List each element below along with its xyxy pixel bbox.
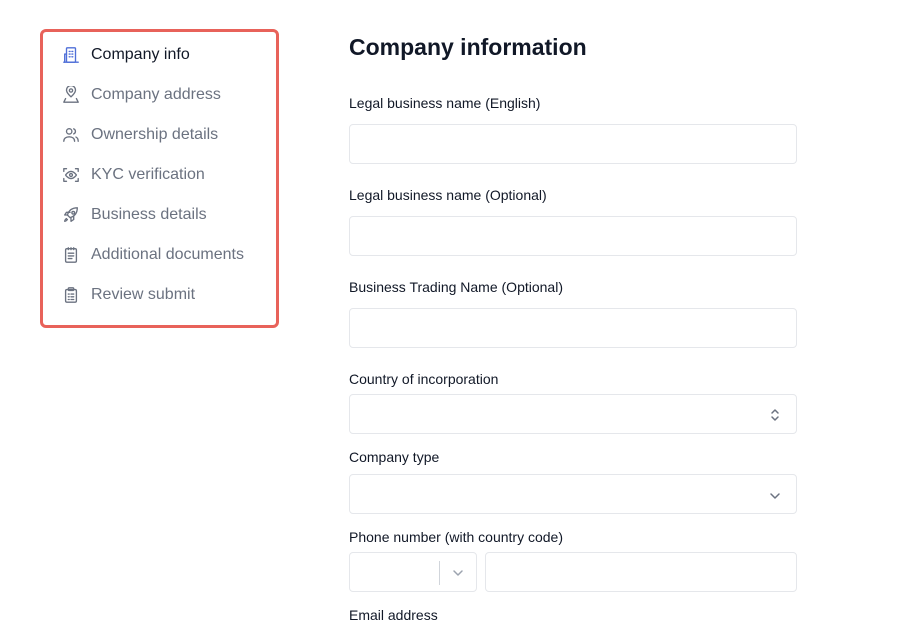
page-title: Company information (349, 34, 587, 60)
sidebar-item-label: KYC verification (91, 166, 205, 183)
document-list-icon (61, 245, 81, 265)
select-divider (439, 561, 440, 585)
chevron-up-down-icon (768, 406, 782, 424)
sidebar-item-additional-documents[interactable]: Additional documents (61, 243, 244, 267)
trading-name-label: Business Trading Name (Optional) (349, 279, 563, 295)
country-of-incorporation-select[interactable] (349, 394, 797, 434)
sidebar-item-business-details[interactable]: Business details (61, 203, 207, 227)
chevron-down-icon (768, 486, 782, 504)
sidebar-item-label: Company address (91, 86, 221, 103)
sidebar-item-review-submit[interactable]: Review submit (61, 283, 195, 307)
building-icon (61, 45, 81, 65)
phone-number-input[interactable] (485, 552, 797, 592)
sidebar-item-label: Company info (91, 46, 190, 63)
sidebar-item-company-address[interactable]: Company address (61, 83, 221, 107)
trading-name-input[interactable] (349, 308, 797, 348)
sidebar-item-label: Additional documents (91, 246, 244, 263)
company-type-select[interactable] (349, 474, 797, 514)
location-pin-icon (61, 85, 81, 105)
sidebar-item-label: Review submit (91, 286, 196, 303)
chevron-down-icon (451, 565, 465, 581)
country-of-incorporation-label: Country of incorporation (349, 371, 499, 387)
sidebar-item-kyc-verification[interactable]: KYC verification (61, 163, 205, 187)
phone-number-label: Phone number (with country code) (349, 529, 563, 545)
legal-name-english-label: Legal business name (English) (349, 95, 541, 111)
onboarding-steps-sidebar: Company info Company address Ownership d… (40, 29, 279, 328)
sidebar-item-label: Business details (91, 206, 207, 223)
sidebar-item-company-info[interactable]: Company info (61, 43, 190, 67)
email-address-label: Email address (349, 607, 438, 623)
legal-name-optional-label: Legal business name (Optional) (349, 187, 547, 203)
phone-country-code-select[interactable] (349, 552, 477, 592)
rocket-icon (61, 205, 81, 225)
company-type-label: Company type (349, 449, 440, 465)
sidebar-item-label: Ownership details (91, 126, 219, 143)
eye-scan-icon (61, 165, 81, 185)
legal-name-optional-input[interactable] (349, 216, 797, 256)
sidebar-item-ownership-details[interactable]: Ownership details (61, 123, 218, 147)
clipboard-check-icon (61, 285, 81, 305)
legal-name-english-input[interactable] (349, 124, 797, 164)
users-icon (61, 125, 81, 145)
